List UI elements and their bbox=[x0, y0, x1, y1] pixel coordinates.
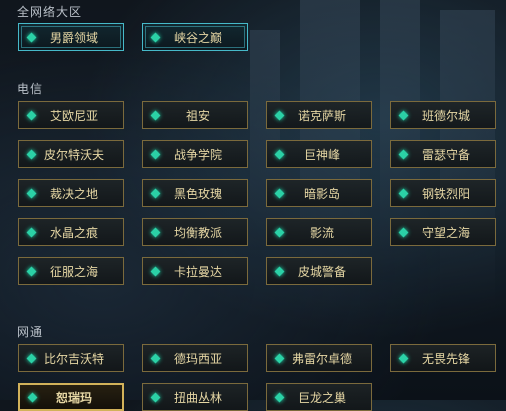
server-button[interactable]: 暗影岛 bbox=[266, 179, 372, 207]
server-button[interactable]: 恕瑞玛 bbox=[18, 383, 124, 411]
server-button[interactable]: 诺克萨斯 bbox=[266, 101, 372, 129]
server-button[interactable]: 征服之海 bbox=[18, 257, 124, 285]
server-button[interactable]: 钢铁烈阳 bbox=[390, 179, 496, 207]
server-button[interactable]: 峡谷之巅 bbox=[142, 23, 248, 51]
server-button[interactable]: 战争学院 bbox=[142, 140, 248, 168]
server-label: 巨龙之巢 bbox=[297, 390, 346, 405]
section-title-netcom: 网通 bbox=[17, 325, 44, 339]
server-label: 比尔吉沃特 bbox=[43, 351, 104, 366]
server-grid-all-network: 男爵领域 峡谷之巅 bbox=[18, 23, 498, 51]
server-grid-telecom: 艾欧尼亚 祖安 诺克萨斯 班德尔城皮尔特沃夫 战争学院 巨神峰 雷瑟守备裁决之地 黑色玫瑰 暗影… bbox=[18, 101, 498, 285]
server-label: 诺克萨斯 bbox=[297, 108, 346, 123]
server-button[interactable]: 水晶之痕 bbox=[18, 218, 124, 246]
server-label: 德玛西亚 bbox=[173, 351, 222, 366]
server-label: 影流 bbox=[309, 225, 334, 240]
server-label: 征服之海 bbox=[49, 264, 98, 279]
server-button[interactable]: 影流 bbox=[266, 218, 372, 246]
server-button[interactable]: 守望之海 bbox=[390, 218, 496, 246]
server-label: 战争学院 bbox=[173, 147, 222, 162]
server-button[interactable]: 均衡教派 bbox=[142, 218, 248, 246]
server-button[interactable]: 无畏先锋 bbox=[390, 344, 496, 372]
gem-icon bbox=[150, 32, 161, 42]
server-button[interactable]: 裁决之地 bbox=[18, 179, 124, 207]
server-button[interactable]: 黑色玫瑰 bbox=[142, 179, 248, 207]
server-label: 暗影岛 bbox=[303, 186, 340, 201]
server-button[interactable]: 巨龙之巢 bbox=[266, 383, 372, 411]
section-title-all-network: 全网络大区 bbox=[17, 5, 83, 19]
server-label: 皮城警备 bbox=[297, 264, 346, 279]
section-title-telecom: 电信 bbox=[17, 82, 44, 96]
server-button[interactable]: 男爵领域 bbox=[18, 23, 124, 51]
server-label: 黑色玫瑰 bbox=[173, 186, 222, 201]
server-label: 裁决之地 bbox=[49, 186, 98, 201]
server-button[interactable]: 艾欧尼亚 bbox=[18, 101, 124, 129]
server-label: 水晶之痕 bbox=[49, 225, 98, 240]
server-button[interactable]: 祖安 bbox=[142, 101, 248, 129]
server-label: 雷瑟守备 bbox=[421, 147, 470, 162]
server-button[interactable]: 弗雷尔卓德 bbox=[266, 344, 372, 372]
server-button[interactable]: 皮尔特沃夫 bbox=[18, 140, 124, 168]
server-label: 无畏先锋 bbox=[421, 351, 470, 366]
server-label: 班德尔城 bbox=[421, 108, 470, 123]
server-label: 扭曲丛林 bbox=[173, 390, 222, 405]
server-grid-netcom: 比尔吉沃特 德玛西亚 弗雷尔卓德 无畏先锋恕瑞玛 扭曲丛林 巨龙之巢 bbox=[18, 344, 498, 411]
server-label: 弗雷尔卓德 bbox=[291, 351, 352, 366]
server-label: 均衡教派 bbox=[173, 225, 222, 240]
gem-icon bbox=[26, 32, 37, 42]
server-button[interactable]: 卡拉曼达 bbox=[142, 257, 248, 285]
server-label: 艾欧尼亚 bbox=[49, 108, 98, 123]
server-label: 守望之海 bbox=[421, 225, 470, 240]
server-label: 钢铁烈阳 bbox=[421, 186, 470, 201]
server-button[interactable]: 巨神峰 bbox=[266, 140, 372, 168]
server-label: 皮尔特沃夫 bbox=[43, 147, 104, 162]
server-label: 巨神峰 bbox=[303, 147, 340, 162]
server-label: 恕瑞玛 bbox=[55, 390, 92, 405]
server-button[interactable]: 扭曲丛林 bbox=[142, 383, 248, 411]
server-button[interactable]: 班德尔城 bbox=[390, 101, 496, 129]
server-label: 祖安 bbox=[185, 108, 210, 123]
server-label: 卡拉曼达 bbox=[173, 264, 222, 279]
server-label: 男爵领域 bbox=[49, 30, 98, 45]
server-label: 峡谷之巅 bbox=[173, 30, 222, 45]
server-button[interactable]: 比尔吉沃特 bbox=[18, 344, 124, 372]
server-button[interactable]: 雷瑟守备 bbox=[390, 140, 496, 168]
server-button[interactable]: 皮城警备 bbox=[266, 257, 372, 285]
server-button[interactable]: 德玛西亚 bbox=[142, 344, 248, 372]
